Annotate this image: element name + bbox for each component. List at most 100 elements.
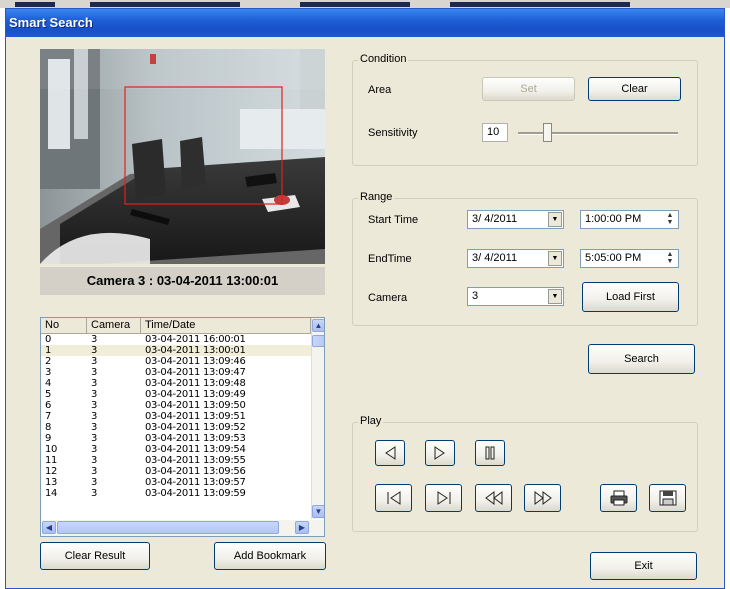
scroll-left-icon[interactable]: ◀ [42,521,56,534]
print-button[interactable] [600,484,637,512]
scroll-down-icon[interactable]: ▼ [312,505,324,518]
table-row[interactable]: 14 3 03-04-2011 13:09:59 [41,488,311,499]
sensitivity-label: Sensitivity [368,127,418,139]
table-row[interactable]: 13 3 03-04-2011 13:09:57 [41,477,311,488]
column-header-no[interactable]: No [41,318,87,333]
row-camera: 3 [91,334,98,345]
row-no: 5 [45,389,52,400]
table-row[interactable]: 12 3 03-04-2011 13:09:56 [41,466,311,477]
table-row[interactable]: 0 3 03-04-2011 16:00:01 [41,334,311,345]
row-no: 8 [45,422,52,433]
rewind-button[interactable] [475,484,512,512]
row-time-date: 03-04-2011 13:09:53 [145,433,246,444]
fast-forward-button[interactable] [524,484,561,512]
load-first-button[interactable]: Load First [582,282,679,312]
background-strip-segment [300,2,410,7]
save-snapshot-button[interactable] [649,484,686,512]
row-camera: 3 [91,466,98,477]
step-forward-button[interactable] [425,440,455,466]
slider-track [518,132,678,135]
end-time-input[interactable]: 5:05:00 PM ▲ ▼ [580,249,679,268]
condition-group [352,60,698,166]
row-time-date: 03-04-2011 13:09:57 [145,477,246,488]
start-time-value: 1:00:00 PM [585,213,642,225]
table-row[interactable]: 8 3 03-04-2011 13:09:52 [41,422,311,433]
exit-button[interactable]: Exit [590,552,697,580]
row-time-date: 03-04-2011 13:09:47 [145,367,246,378]
table-row[interactable]: 2 3 03-04-2011 13:09:46 [41,356,311,367]
row-no: 2 [45,356,52,367]
pause-icon [485,446,495,460]
vertical-scrollbar[interactable]: ▲ ▼ [311,318,324,519]
search-button[interactable]: Search [588,344,695,374]
row-time-date: 03-04-2011 13:09:49 [145,389,246,400]
row-time-date: 03-04-2011 16:00:01 [145,334,246,345]
dropdown-arrow-icon[interactable]: ▼ [548,251,562,266]
clear-result-button[interactable]: Clear Result [40,542,150,570]
row-no: 0 [45,334,52,345]
list-header: No Camera Time/Date [41,318,311,334]
results-list[interactable]: No Camera Time/Date 0 3 03-04-2011 16:00:0… [40,317,325,537]
row-camera: 3 [91,422,98,433]
scroll-up-icon[interactable]: ▲ [312,319,324,332]
horizontal-scrollbar[interactable]: ◀ ▶ [41,520,324,536]
row-no: 1 [45,345,52,356]
camera-preview[interactable] [40,49,325,264]
row-time-date: 03-04-2011 13:09:50 [145,400,246,411]
row-time-date: 03-04-2011 13:09:48 [145,378,246,389]
skip-to-start-button[interactable] [375,484,412,512]
camera-select[interactable]: 3 ▼ [467,287,564,306]
fast-forward-icon [534,491,552,505]
column-header-time-date[interactable]: Time/Date [141,318,311,333]
step-forward-icon [434,446,445,460]
sensitivity-slider[interactable] [518,123,678,143]
camera-label: Camera [368,292,408,304]
clear-area-button[interactable]: Clear [588,77,681,101]
camera-select-value: 3 [472,290,479,302]
end-date-picker[interactable]: 3/ 4/2011 ▼ [467,249,564,268]
start-date-picker[interactable]: 3/ 4/2011 ▼ [467,210,564,229]
row-no: 7 [45,411,52,422]
horizontal-scroll-thumb[interactable] [57,521,279,534]
table-row[interactable]: 10 3 03-04-2011 13:09:54 [41,444,311,455]
row-time-date: 03-04-2011 13:09:59 [145,488,246,499]
step-back-button[interactable] [375,440,405,466]
play-legend: Play [358,415,384,427]
preview-caption: Camera 3 : 03-04-2011 13:00:01 [40,267,325,295]
row-camera: 3 [91,367,98,378]
scroll-right-icon[interactable]: ▶ [295,521,309,534]
dropdown-arrow-icon[interactable]: ▼ [548,289,562,304]
skip-to-end-button[interactable] [425,484,462,512]
pause-button[interactable] [475,440,505,466]
table-row[interactable]: 9 3 03-04-2011 13:09:53 [41,433,311,444]
table-row[interactable]: 7 3 03-04-2011 13:09:51 [41,411,311,422]
row-camera: 3 [91,378,98,389]
start-date-value: 3/ 4/2011 [472,213,518,225]
table-row[interactable]: 5 3 03-04-2011 13:09:49 [41,389,311,400]
smart-search-window: Smart Search Camera 3: 03-04-2011 13:00… [5,8,725,589]
row-camera: 3 [91,411,98,422]
column-header-camera[interactable]: Camera [87,318,141,333]
slider-thumb[interactable] [543,123,552,142]
set-area-button[interactable]: Set [482,77,575,101]
row-camera: 3 [91,400,98,411]
save-snapshot-icon [659,490,676,506]
row-no: 3 [45,367,52,378]
print-icon [610,490,627,506]
start-time-input[interactable]: 1:00:00 PM ▲ ▼ [580,210,679,229]
dropdown-arrow-icon[interactable]: ▼ [548,212,562,227]
scroll-thumb[interactable] [312,335,324,347]
table-row[interactable]: 3 3 03-04-2011 13:09:47 [41,367,311,378]
end-time-value: 5:05:00 PM [585,252,642,264]
spinner-arrows-icon[interactable]: ▲ ▼ [663,212,677,227]
title-bar[interactable]: Smart Search [6,9,724,37]
spinner-arrows-icon[interactable]: ▲ ▼ [663,251,677,266]
table-row[interactable]: 1 3 03-04-2011 13:00:01 [41,345,311,356]
row-time-date: 03-04-2011 13:09:55 [145,455,246,466]
add-bookmark-button[interactable]: Add Bookmark [214,542,326,570]
table-row[interactable]: 11 3 03-04-2011 13:09:55 [41,455,311,466]
table-row[interactable]: 6 3 03-04-2011 13:09:50 [41,400,311,411]
table-row[interactable]: 4 3 03-04-2011 13:09:48 [41,378,311,389]
background-strip-segment [450,2,630,7]
row-time-date: 03-04-2011 13:09:52 [145,422,246,433]
